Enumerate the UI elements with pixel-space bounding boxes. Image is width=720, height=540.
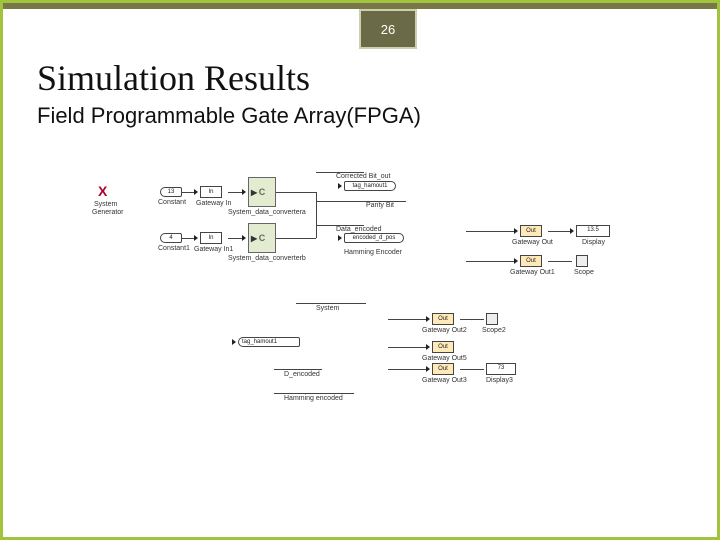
gateway-in-b: In xyxy=(200,232,222,244)
constant-b-block: 4 xyxy=(160,233,182,243)
arrow-icon xyxy=(426,344,430,350)
constant-a-block: 13 xyxy=(160,187,182,197)
arrow-icon xyxy=(194,235,198,241)
gateway-out-5-label: Gateway Out5 xyxy=(422,355,467,362)
constant-a-label: Constant xyxy=(158,199,186,206)
convert-a-block: ▶C xyxy=(248,177,276,207)
data-encoded-label: Data_encoded xyxy=(336,226,382,233)
arrow-icon xyxy=(338,235,342,241)
arrow-icon xyxy=(242,189,246,195)
gateway-out-4: Out xyxy=(432,363,454,375)
wire xyxy=(274,369,322,370)
wire xyxy=(388,347,428,348)
parity-bit-label: Parity Bit xyxy=(366,202,394,209)
arrow-icon xyxy=(426,366,430,372)
slide-subtitle: Field Programmable Gate Array(FPGA) xyxy=(37,103,421,129)
scope-icon xyxy=(576,255,588,267)
wire xyxy=(460,369,484,370)
scope-label: Scope xyxy=(574,269,594,276)
wire xyxy=(388,369,428,370)
gateway-out-1: Out xyxy=(520,225,542,237)
display-1: 13.5 xyxy=(576,225,610,237)
wire xyxy=(548,261,572,262)
slide-title: Simulation Results xyxy=(37,57,310,99)
gateway-out-3-label: Gateway Out2 xyxy=(422,327,467,334)
arrow-icon xyxy=(242,235,246,241)
gateway-in-a: In xyxy=(200,186,222,198)
system-label: System xyxy=(316,305,339,312)
gateway-in-a-label: Gateway In xyxy=(196,200,231,207)
page-number-chip: 26 xyxy=(359,9,417,49)
from-hamout: tag_hamout1 xyxy=(238,337,300,347)
xilinx-logo-icon: X xyxy=(98,183,107,199)
wire xyxy=(460,319,484,320)
wire xyxy=(276,192,316,193)
display-3-label: Display3 xyxy=(486,377,513,384)
system-generator-label1: System xyxy=(94,201,117,208)
display-3: 73 xyxy=(486,363,516,375)
scope2-label: Scope2 xyxy=(482,327,506,334)
arrow-icon xyxy=(426,316,430,322)
convert-b-block: ▶C xyxy=(248,223,276,253)
constant-b-label: Constant1 xyxy=(158,245,190,252)
wire xyxy=(296,303,366,304)
convert-a-label: System_data_convertera xyxy=(228,209,306,216)
gateway-out-2-label: Gateway Out1 xyxy=(510,269,555,276)
arrow-icon xyxy=(232,339,236,345)
wire xyxy=(276,238,316,239)
hamming-encoder-label: Hamming Encoder xyxy=(344,249,402,256)
wire xyxy=(388,319,428,320)
gateway-out-2: Out xyxy=(520,255,542,267)
page-number: 26 xyxy=(381,22,395,37)
wire xyxy=(466,231,516,232)
wire xyxy=(274,393,354,394)
arrow-icon xyxy=(194,189,198,195)
scope2-icon xyxy=(486,313,498,325)
goto-encoded: encoded_d_pos xyxy=(344,233,404,243)
gateway-out-3: Out xyxy=(432,313,454,325)
arrow-icon xyxy=(570,228,574,234)
gateway-in-b-label: Gateway In1 xyxy=(194,246,233,253)
wire xyxy=(316,192,317,222)
gateway-out-1-label: Gateway Out xyxy=(512,239,553,246)
hamming-encoded-label: Hamming encoded xyxy=(284,395,343,402)
simulink-diagram: X System Generator 13 Constant In Gatewa… xyxy=(88,171,653,491)
d-encoded-label: D_encoded xyxy=(284,371,320,378)
system-generator-label2: Generator xyxy=(92,209,124,216)
arrow-icon xyxy=(514,228,518,234)
wire xyxy=(466,261,516,262)
corrected-bit-label: Corrected Bit_out xyxy=(336,173,390,180)
gateway-out-5: Out xyxy=(432,341,454,353)
arrow-icon xyxy=(514,258,518,264)
display-1-label: Display xyxy=(582,239,605,246)
arrow-icon xyxy=(338,183,342,189)
wire xyxy=(548,231,572,232)
gateway-out-4-label: Gateway Out3 xyxy=(422,377,467,384)
slide: 26 Simulation Results Field Programmable… xyxy=(0,0,720,540)
goto-hamout: tag_hamout1 xyxy=(344,181,396,191)
system-generator-block: X xyxy=(98,185,107,198)
convert-b-label: System_data_converterb xyxy=(228,255,306,262)
